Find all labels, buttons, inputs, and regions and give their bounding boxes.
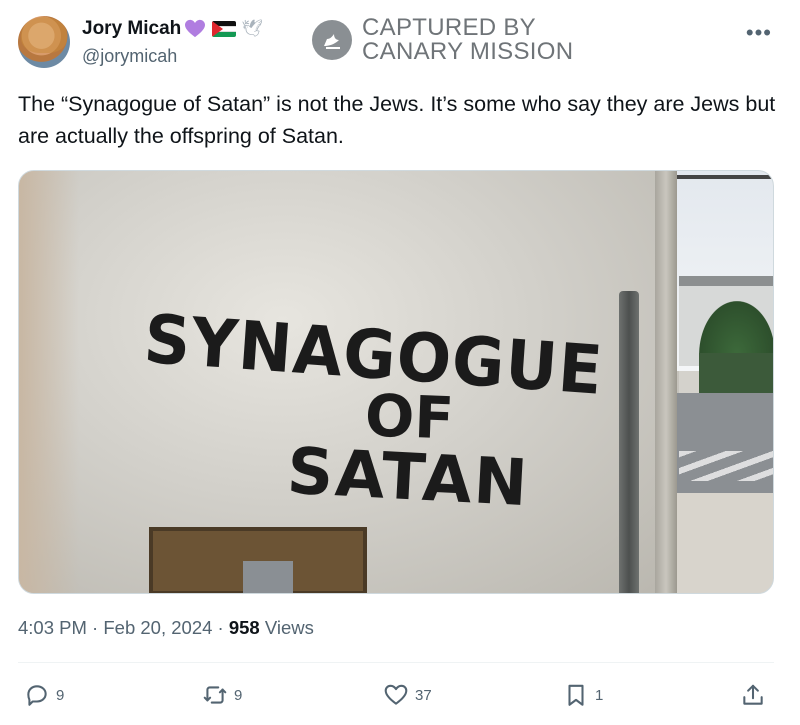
like-count: 37 (415, 686, 432, 704)
reply-icon (27, 685, 47, 706)
graffiti: SYNAGOGUE OF SATAN (142, 301, 617, 541)
tweet-text: The “Synagogue of Satan” is not the Jews… (18, 92, 776, 148)
watermark-text: CAPTURED BY CANARY MISSION (362, 16, 573, 64)
separator: · (217, 617, 224, 638)
views-label: Views (264, 617, 314, 638)
sidewalk (677, 493, 773, 593)
separator: · (92, 617, 99, 638)
tweet-meta: 4:03 PM · Feb 20, 2024 · 958 Views (18, 617, 314, 639)
tweet-date[interactable]: Feb 20, 2024 (103, 617, 212, 638)
like-button[interactable]: 37 (383, 678, 432, 712)
crosswalk (679, 451, 773, 481)
tweet-image[interactable]: SYNAGOGUE OF SATAN (18, 170, 774, 594)
tweet-header: Jory Micah 🕊 @jorymicah CAPTURED BY CANA… (18, 14, 782, 74)
graffiti-line3: SATAN (285, 434, 532, 522)
repost-icon (203, 686, 227, 704)
hedge (699, 353, 773, 393)
bookmark-count: 1 (595, 686, 604, 704)
canary-logo-icon (312, 20, 352, 60)
divider (18, 662, 774, 663)
watermark-line1: CAPTURED BY (362, 14, 536, 41)
watermark-line2: CANARY MISSION (362, 38, 574, 65)
action-bar: 9 9 37 1 (18, 678, 774, 714)
views-count: 958 (228, 617, 260, 638)
metal-pole (619, 291, 639, 593)
heart-icon (384, 684, 408, 705)
repost-button[interactable]: 9 (202, 678, 242, 712)
reply-button[interactable]: 9 (24, 678, 64, 712)
repost-count: 9 (234, 686, 243, 704)
share-icon (743, 684, 763, 705)
avatar[interactable] (18, 16, 70, 68)
dove-icon: 🕊 (241, 19, 263, 38)
purple-heart-icon (184, 19, 206, 39)
bookmark-icon (568, 684, 584, 706)
author-name-row: Jory Micah 🕊 (82, 18, 263, 40)
reply-count: 9 (56, 686, 65, 704)
share-button[interactable] (740, 678, 766, 712)
author-handle[interactable]: @jorymicah (82, 46, 177, 67)
more-options-icon[interactable]: ••• (746, 20, 772, 46)
wall-shadow (19, 171, 79, 593)
bookmark-button[interactable]: 1 (563, 678, 603, 712)
author-name[interactable]: Jory Micah (82, 18, 181, 40)
streetlight-arm (677, 175, 773, 179)
wall-edge (655, 171, 677, 593)
palestine-flag-icon (212, 21, 237, 37)
canary-mission-watermark: CAPTURED BY CANARY MISSION (312, 16, 573, 64)
tweet-time[interactable]: 4:03 PM (18, 617, 87, 638)
